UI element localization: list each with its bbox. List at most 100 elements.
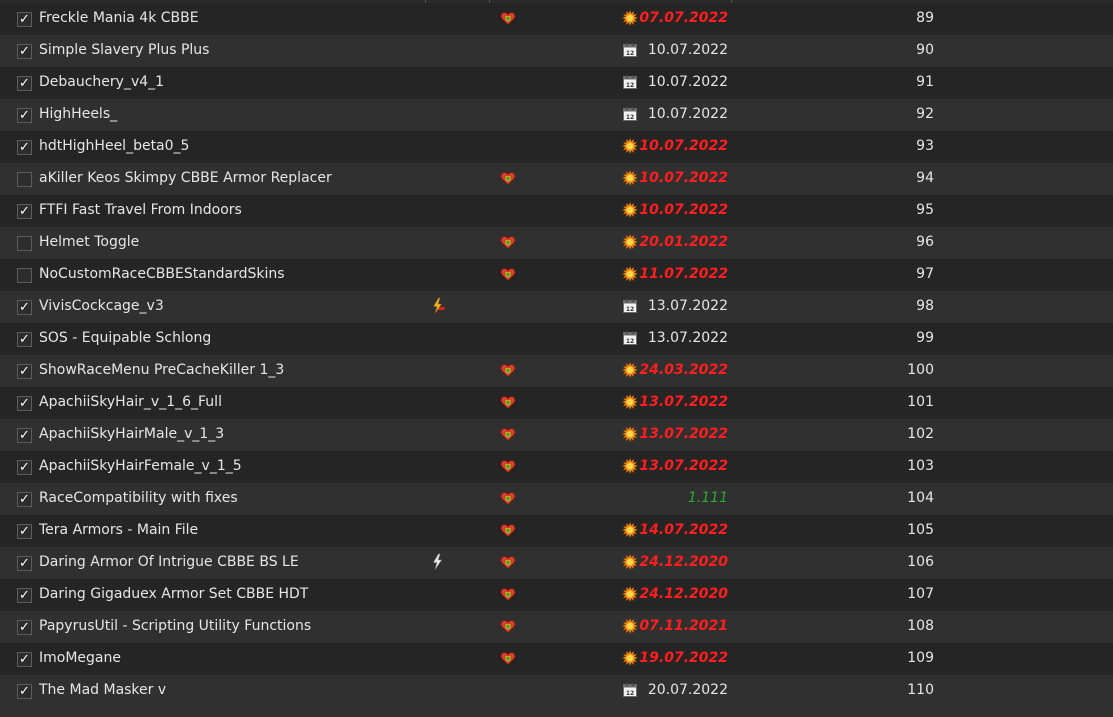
mod-priority: 92 — [916, 106, 934, 122]
mod-name: Simple Slavery Plus Plus — [39, 42, 210, 58]
mod-list: ✓ Freckle Mania 4k CBBE 07.07.2022 89 ✓ Simpl… — [0, 3, 1113, 707]
heart-shield-icon — [500, 234, 516, 250]
mod-date: 20.07.2022 — [647, 682, 728, 698]
mod-name: ApachiiSkyHairFemale_v_1_5 — [39, 458, 242, 474]
mod-priority: 90 — [916, 42, 934, 58]
mod-priority: 108 — [907, 618, 934, 634]
mod-row[interactable]: ✓ VivisCockcage_v3 12 13.07.2022 98 — [0, 291, 1113, 323]
mod-date: 13.07.2022 — [647, 298, 728, 314]
mod-enabled-checkbox[interactable] — [17, 236, 32, 251]
mod-enabled-checkbox[interactable]: ✓ — [17, 300, 32, 315]
mod-date: 10.07.2022 — [647, 42, 728, 58]
mod-row[interactable]: ✓ Simple Slavery Plus Plus 12 10.07.2022 90 — [0, 35, 1113, 67]
mod-name: VivisCockcage_v3 — [39, 298, 164, 314]
mod-enabled-checkbox[interactable]: ✓ — [17, 684, 32, 699]
heart-shield-icon — [500, 618, 516, 634]
mod-enabled-checkbox[interactable]: ✓ — [17, 588, 32, 603]
mod-row[interactable]: ✓ Freckle Mania 4k CBBE 07.07.2022 89 — [0, 3, 1113, 35]
mod-priority: 110 — [907, 682, 934, 698]
mod-name: FTFI Fast Travel From Indoors — [39, 202, 242, 218]
mod-enabled-checkbox[interactable]: ✓ — [17, 620, 32, 635]
mod-row[interactable]: ✓ RaceCompatibility with fixes 1.111 104 — [0, 483, 1113, 515]
mod-date: 10.07.2022 — [639, 138, 728, 154]
heart-shield-icon — [500, 490, 516, 506]
mod-priority: 91 — [916, 74, 934, 90]
mod-row[interactable]: Helmet Toggle 20.01.2022 96 — [0, 227, 1113, 259]
mod-name: ShowRaceMenu PreCacheKiller 1_3 — [39, 362, 285, 378]
mod-name: ImoMegane — [39, 650, 121, 666]
mod-row[interactable]: ✓ Daring Armor Of Intrigue CBBE BS LE 24.1… — [0, 547, 1113, 579]
mod-row[interactable]: ✓ hdtHighHeel_beta0_5 10.07.2022 93 — [0, 131, 1113, 163]
mod-enabled-checkbox[interactable]: ✓ — [17, 332, 32, 347]
heart-shield-icon — [500, 586, 516, 602]
mod-enabled-checkbox[interactable]: ✓ — [17, 108, 32, 123]
heart-shield-icon — [500, 170, 516, 186]
heart-shield-icon — [500, 650, 516, 666]
mod-name: NoCustomRaceCBBEStandardSkins — [39, 266, 285, 282]
mod-date: 24.03.2022 — [639, 362, 728, 378]
mod-enabled-checkbox[interactable]: ✓ — [17, 652, 32, 667]
mod-enabled-checkbox[interactable]: ✓ — [17, 396, 32, 411]
mod-enabled-checkbox[interactable]: ✓ — [17, 364, 32, 379]
mod-enabled-checkbox[interactable] — [17, 172, 32, 187]
mod-priority: 95 — [916, 202, 934, 218]
mod-enabled-checkbox[interactable] — [17, 268, 32, 283]
mod-date: 11.07.2022 — [639, 266, 728, 282]
heart-shield-icon — [500, 426, 516, 442]
mod-row[interactable]: ✓ ApachiiSkyHairMale_v_1_3 13.07.2022 102 — [0, 419, 1113, 451]
mod-name: Freckle Mania 4k CBBE — [39, 10, 199, 26]
mod-row[interactable]: ✓ Daring Gigaduex Armor Set CBBE HDT 24.12… — [0, 579, 1113, 611]
mod-date: 20.01.2022 — [639, 234, 728, 250]
heart-shield-icon — [500, 266, 516, 282]
mod-row[interactable]: ✓ FTFI Fast Travel From Indoors 10.07.2022… — [0, 195, 1113, 227]
mod-priority: 96 — [916, 234, 934, 250]
mod-row[interactable]: NoCustomRaceCBBEStandardSkins 11.07.2022 9… — [0, 259, 1113, 291]
mod-version: 1.111 — [687, 490, 728, 506]
heart-shield-icon — [500, 458, 516, 474]
mod-enabled-checkbox[interactable]: ✓ — [17, 204, 32, 219]
partial-list-row[interactable] — [0, 707, 1113, 717]
mod-row[interactable]: ✓ ImoMegane 19.07.2022 109 — [0, 643, 1113, 675]
mod-enabled-checkbox[interactable]: ✓ — [17, 492, 32, 507]
mod-priority: 98 — [916, 298, 934, 314]
mod-row[interactable]: ✓ Debauchery_v4_1 12 10.07.2022 91 — [0, 67, 1113, 99]
mod-date: 13.07.2022 — [639, 458, 728, 474]
mod-priority: 99 — [916, 330, 934, 346]
mod-enabled-checkbox[interactable]: ✓ — [17, 12, 32, 27]
mod-date: 24.12.2020 — [639, 554, 728, 570]
mod-row[interactable]: ✓ The Mad Masker v 12 20.07.2022 110 — [0, 675, 1113, 707]
mod-date: 07.11.2021 — [639, 618, 728, 634]
mod-date: 19.07.2022 — [639, 650, 728, 666]
mod-name: Daring Armor Of Intrigue CBBE BS LE — [39, 554, 299, 570]
heart-shield-icon — [500, 522, 516, 538]
mod-row[interactable]: ✓ ApachiiSkyHair_v_1_6_Full 13.07.2022 101 — [0, 387, 1113, 419]
mod-row[interactable]: ✓ ShowRaceMenu PreCacheKiller 1_3 24.03.20… — [0, 355, 1113, 387]
mod-enabled-checkbox[interactable]: ✓ — [17, 556, 32, 571]
heart-shield-icon — [500, 554, 516, 570]
mod-enabled-checkbox[interactable]: ✓ — [17, 76, 32, 91]
mod-enabled-checkbox[interactable]: ✓ — [17, 428, 32, 443]
mod-priority: 106 — [907, 554, 934, 570]
mod-priority: 109 — [907, 650, 934, 666]
mod-priority: 89 — [916, 10, 934, 26]
mod-priority: 102 — [907, 426, 934, 442]
mod-name: ApachiiSkyHair_v_1_6_Full — [39, 394, 222, 410]
mod-row[interactable]: ✓ Tera Armors - Main File 14.07.2022 105 — [0, 515, 1113, 547]
mod-row[interactable]: aKiller Keos Skimpy CBBE Armor Replacer 1… — [0, 163, 1113, 195]
mod-priority: 103 — [907, 458, 934, 474]
mod-row[interactable]: ✓ ApachiiSkyHairFemale_v_1_5 13.07.2022 103 — [0, 451, 1113, 483]
mod-name: aKiller Keos Skimpy CBBE Armor Replacer — [39, 170, 332, 186]
conflict-lightning-icon — [429, 297, 447, 315]
mod-date: 13.07.2022 — [639, 426, 728, 442]
mod-enabled-checkbox[interactable]: ✓ — [17, 140, 32, 155]
overwritten-lightning-icon — [429, 553, 447, 571]
mod-name: Helmet Toggle — [39, 234, 140, 250]
mod-priority: 107 — [907, 586, 934, 602]
mod-enabled-checkbox[interactable]: ✓ — [17, 44, 32, 59]
heart-shield-icon — [500, 362, 516, 378]
mod-row[interactable]: ✓ PapyrusUtil - Scripting Utility Functio… — [0, 611, 1113, 643]
mod-row[interactable]: ✓ HighHeels_ 12 10.07.2022 92 — [0, 99, 1113, 131]
mod-enabled-checkbox[interactable]: ✓ — [17, 460, 32, 475]
mod-enabled-checkbox[interactable]: ✓ — [17, 524, 32, 539]
mod-row[interactable]: ✓ SOS - Equipable Schlong 12 13.07.2022 99 — [0, 323, 1113, 355]
